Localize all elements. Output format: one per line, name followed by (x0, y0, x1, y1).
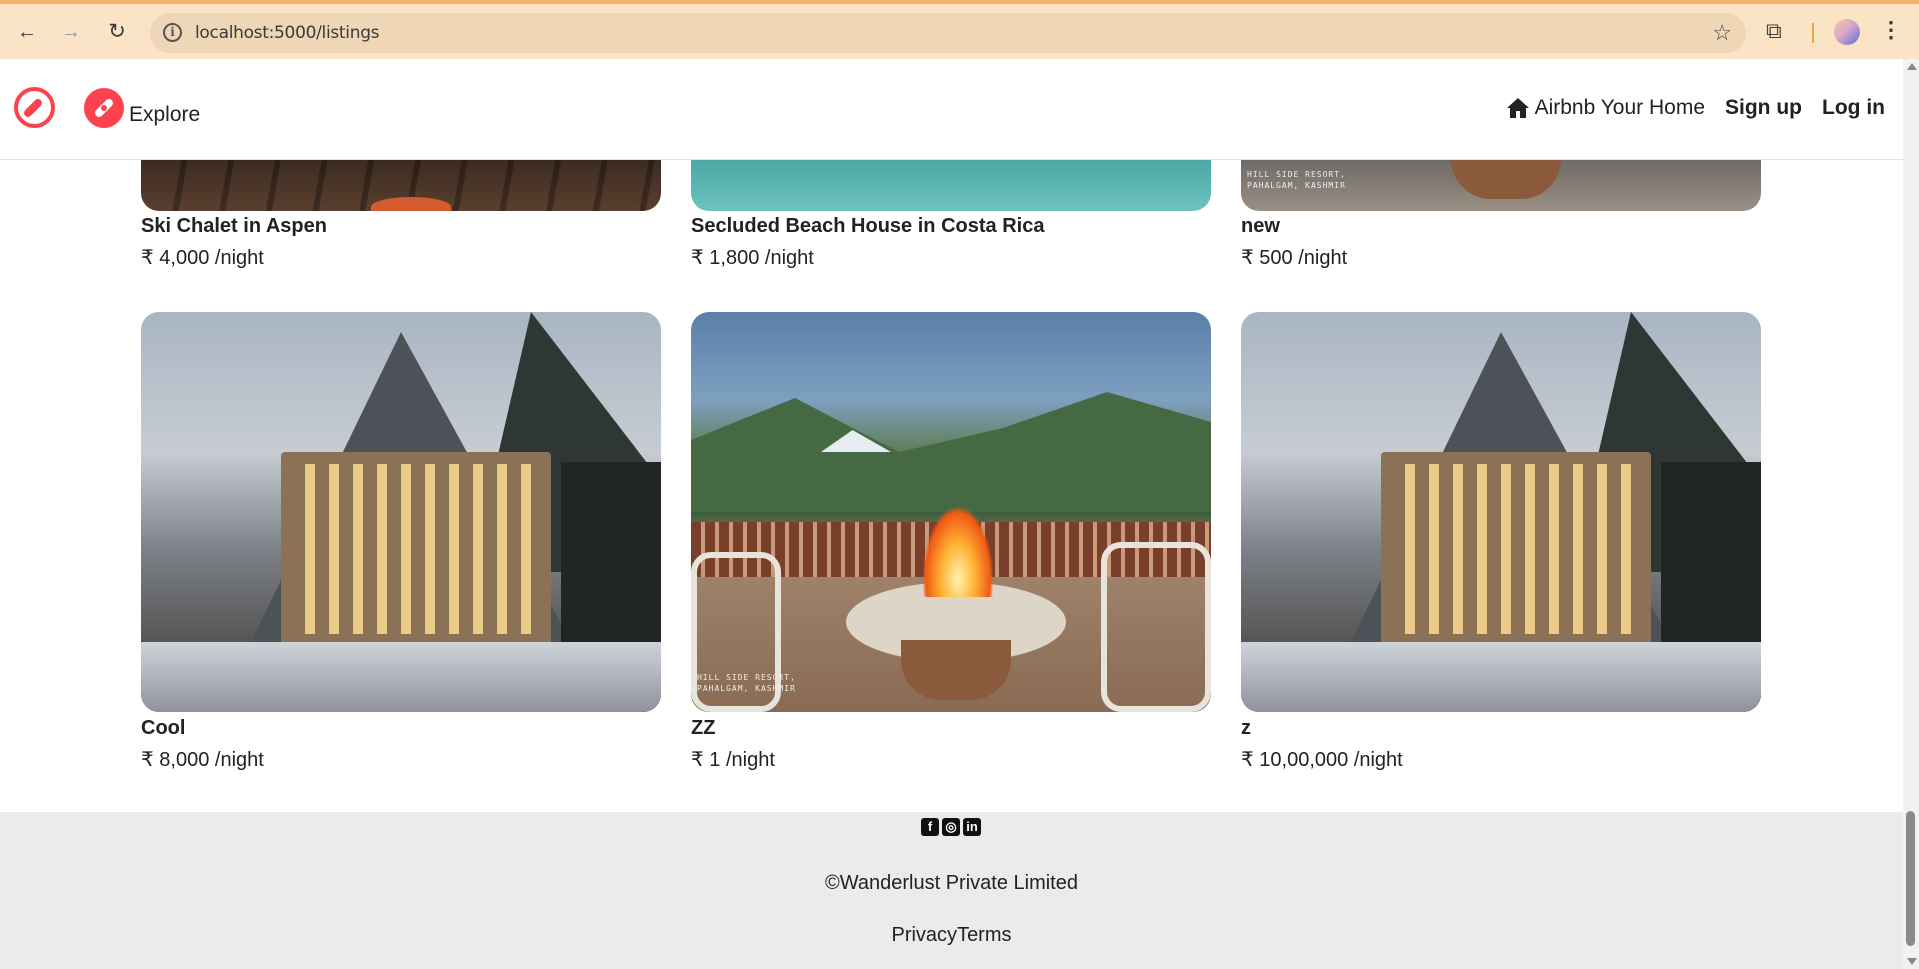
listing-image-new[interactable]: HILL SIDE RESORT, PAHALGAM, KASHMIR (1241, 159, 1761, 211)
image-watermark: HILL SIDE RESORT, PAHALGAM, KASHMIR (697, 673, 796, 693)
listing-price: ₹ 1,800 /night (691, 247, 814, 269)
page-viewport: Explore Airbnb Your Home Sign up Log in … (0, 59, 1903, 969)
nav-actions: Airbnb Your Home Sign up Log in (1506, 96, 1885, 120)
airbnb-your-home-link[interactable]: Airbnb Your Home (1506, 96, 1706, 120)
home-icon (1506, 98, 1529, 118)
listing-price: ₹ 500 /night (1241, 247, 1348, 269)
scroll-up-arrow-icon[interactable] (1907, 63, 1917, 70)
footer-links: PrivacyTerms (0, 924, 1903, 947)
extensions-icon[interactable]: ⧉ (1766, 18, 1792, 44)
listing-title: new (1241, 215, 1280, 237)
profile-avatar[interactable] (1834, 19, 1860, 45)
url-text[interactable]: localhost:5000/listings (195, 23, 380, 43)
listing-title: Cool (141, 717, 186, 739)
listing-image-ski-chalet[interactable] (141, 159, 661, 211)
browser-menu-icon[interactable]: ⋮ (1880, 17, 1902, 43)
page-scrollbar[interactable] (1903, 59, 1919, 969)
listing-title: Ski Chalet in Aspen (141, 215, 327, 237)
site-navbar: Explore Airbnb Your Home Sign up Log in (0, 59, 1903, 160)
compass-explore-icon[interactable] (84, 88, 124, 128)
address-bar[interactable]: i localhost:5000/listings ☆ (150, 13, 1746, 53)
login-link[interactable]: Log in (1822, 96, 1885, 120)
terms-link[interactable]: Terms (957, 924, 1011, 946)
forward-arrow-icon[interactable]: → (58, 19, 84, 45)
reload-icon[interactable]: ↻ (104, 19, 130, 45)
privacy-link[interactable]: Privacy (891, 924, 957, 946)
back-arrow-icon[interactable]: ← (14, 19, 40, 45)
listing-price: ₹ 4,000 /night (141, 247, 264, 269)
listing-image-cool[interactable] (141, 312, 661, 712)
browser-toolbar: ← → ↻ i localhost:5000/listings ☆ ⧉ ⋮ (0, 0, 1919, 59)
linkedin-icon[interactable]: in (963, 818, 981, 836)
explore-link[interactable]: Explore (129, 103, 200, 127)
airbnb-your-home-label: Airbnb Your Home (1534, 96, 1706, 119)
listing-price: ₹ 8,000 /night (141, 749, 264, 771)
scrollbar-thumb[interactable] (1906, 811, 1915, 946)
instagram-icon[interactable]: ◎ (942, 818, 960, 836)
scroll-down-arrow-icon[interactable] (1907, 958, 1917, 965)
social-links: f ◎ in (921, 818, 981, 836)
listing-image-zz[interactable]: HILL SIDE RESORT, PAHALGAM, KASHMIR (691, 312, 1211, 712)
listing-price: ₹ 1 /night (691, 749, 775, 771)
toolbar-divider (1812, 23, 1814, 43)
listing-image-beach-house[interactable] (691, 159, 1211, 211)
listing-title: Secluded Beach House in Costa Rica (691, 215, 1045, 237)
listing-title: z (1241, 717, 1251, 739)
listing-image-z[interactable] (1241, 312, 1761, 712)
copyright-text: ©Wanderlust Private Limited (825, 872, 1078, 894)
site-footer: f ◎ in ©Wanderlust Private Limited Priva… (0, 812, 1903, 969)
site-info-icon[interactable]: i (163, 23, 182, 42)
listing-price: ₹ 10,00,000 /night (1241, 749, 1403, 771)
signup-link[interactable]: Sign up (1725, 96, 1802, 120)
bookmark-star-icon[interactable]: ☆ (1712, 20, 1732, 46)
facebook-icon[interactable]: f (921, 818, 939, 836)
compass-logo-icon[interactable] (14, 87, 55, 128)
listing-title: ZZ (691, 717, 716, 739)
image-watermark: HILL SIDE RESORT, PAHALGAM, KASHMIR (1247, 170, 1346, 190)
